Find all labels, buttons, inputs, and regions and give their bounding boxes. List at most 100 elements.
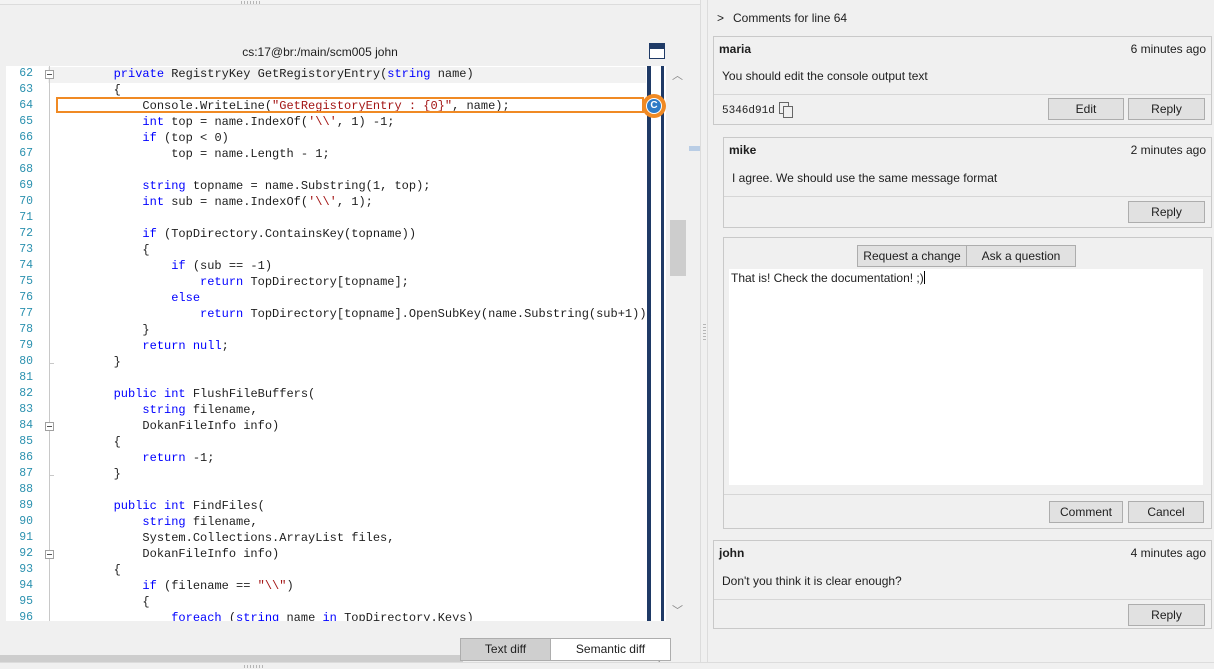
code-line: int top = name.IndexOf('\\', 1) -1; [142,115,395,129]
top-splitter[interactable] [0,0,700,5]
diff-mode-tabs: Text diff Semantic diff [460,638,671,661]
code-line: if (TopDirectory.ContainsKey(topname)) [142,227,417,241]
fold-end-marker [49,363,54,364]
code-line: { [56,435,121,449]
edit-button[interactable]: Edit [1048,98,1124,120]
line-number: 68 [19,163,33,176]
line-number: 80 [19,355,33,368]
line-number: 83 [19,403,33,416]
line-number-gutter: 62 63 64 65 66 67 68 69 70 71 72 73 74 75 76 77 78 79 80 81… [6,66,40,621]
reply-editor: Request a change Ask a question That is!… [723,237,1212,529]
comment-time: 2 minutes ago [1130,143,1206,157]
fold-toggle[interactable] [45,70,54,79]
code-editor[interactable]: 62 63 64 65 66 67 68 69 70 71 72 73 74 75 76 77 78 79 80 81… [6,66,666,621]
fold-end-marker [49,475,54,476]
line-number: 76 [19,291,33,304]
copy-icon[interactable] [779,102,793,118]
code-panel: cs:17@br:/main/scm005 john 62 63 64 65 66 67 6… [0,36,686,669]
comment-divider [724,196,1211,197]
line-number: 71 [19,211,33,224]
fold-toggle[interactable] [45,550,54,559]
vertical-scroll-thumb[interactable] [670,220,686,276]
line-number: 89 [19,499,33,512]
line-number: 67 [19,147,33,160]
line-number: 88 [19,483,33,496]
vertical-splitter[interactable] [700,0,708,662]
reply-button[interactable]: Reply [1128,604,1205,626]
reply-divider [724,494,1211,495]
code-line: return TopDirectory[topname]; [200,275,409,289]
comment-author: maria [719,42,752,56]
line-number: 92 [19,547,33,560]
scroll-down-icon[interactable]: ﹀ [669,603,686,619]
line-number: 96 [19,611,33,621]
line-number: 86 [19,451,33,464]
window-layout-icon[interactable] [649,43,665,59]
code-line: if (sub == -1) [171,259,273,273]
code-line: DokanFileInfo info) [56,419,280,433]
comment-card-maria: maria 6 minutes ago You should edit the … [713,36,1212,125]
comment-button[interactable]: Comment [1049,501,1123,523]
line-number: 90 [19,515,33,528]
reply-textarea[interactable]: That is! Check the documentation! ;) [729,269,1203,485]
vertical-scrollbar[interactable]: ︿ ﹀ [669,66,686,621]
scroll-up-icon[interactable]: ︿ [669,68,686,84]
code-line: foreach (string name in TopDirectory.Key… [171,611,474,621]
text-caret [923,271,925,284]
line-number: 72 [19,227,33,240]
splitter-grip [241,1,261,4]
bottom-splitter[interactable] [0,662,1214,669]
code-line: { [56,243,150,257]
request-change-button[interactable]: Request a change [857,245,967,267]
cancel-button[interactable]: Cancel [1128,501,1204,523]
reply-button[interactable]: Reply [1128,201,1205,223]
code-line: string filename, [142,515,258,529]
code-line: if (filename == "\\") [142,579,294,593]
code-line: } [56,467,121,481]
code-line: } [56,355,121,369]
comments-header-title: Comments for line 64 [733,11,848,25]
code-line: if (top < 0) [142,131,229,145]
chevron-right-icon[interactable]: > [717,11,724,25]
line-number: 87 [19,467,33,480]
code-line: return -1; [142,451,215,465]
comment-author: mike [729,143,757,157]
code-line: { [56,595,150,609]
commit-id: 5346d91d [722,105,775,117]
comment-time: 4 minutes ago [1130,546,1206,560]
code-line: string topname = name.Substring(1, top); [142,179,431,193]
comment-time: 6 minutes ago [1130,42,1206,56]
reply-button[interactable]: Reply [1128,98,1205,120]
line-number: 69 [19,179,33,192]
tab-semantic-diff[interactable]: Semantic diff [551,638,671,661]
splitter-grip [244,665,264,668]
line-number: 78 [19,323,33,336]
comment-marker-icon[interactable]: C [642,94,666,118]
code-line: string filename, [142,403,258,417]
line-number: 62 [19,67,33,80]
comments-header[interactable]: > Comments for line 64 [717,11,847,25]
comment-marker-label: C [646,98,662,114]
line-number: 91 [19,531,33,544]
code-line: return TopDirectory[topname].OpenSubKey(… [200,307,654,321]
tab-text-diff[interactable]: Text diff [460,638,551,661]
comment-text: You should edit the console output text [722,69,928,83]
comment-marker-bar [647,66,651,621]
line-number: 66 [19,131,33,144]
splitter-grip [703,324,706,342]
comment-text: I agree. We should use the same message … [732,171,998,185]
ask-question-button[interactable]: Ask a question [966,245,1076,267]
line-number: 95 [19,595,33,608]
app-window: cs:17@br:/main/scm005 john 62 63 64 65 66 67 6… [0,0,1214,669]
line-number: 82 [19,387,33,400]
line-number: 65 [19,115,33,128]
line-number: 79 [19,339,33,352]
line-number: 75 [19,275,33,288]
line-number: 85 [19,435,33,448]
comment-marker-bar-secondary [661,66,664,621]
line-number: 70 [19,195,33,208]
line-number: 84 [19,419,33,432]
line-number: 73 [19,243,33,256]
fold-toggle[interactable] [45,422,54,431]
line-number: 93 [19,563,33,576]
